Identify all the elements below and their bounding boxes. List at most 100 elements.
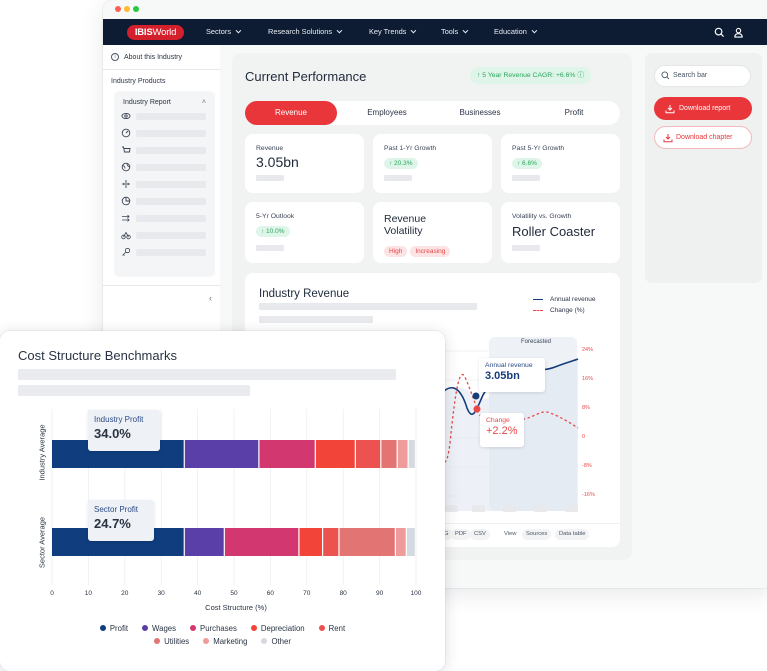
nav-label: Key Trends [369,27,407,36]
tab-revenue[interactable]: Revenue [245,101,337,125]
x-tick-placeholder [472,505,485,512]
x-tick-label: 0 [50,590,54,597]
minimize-window-dot[interactable] [124,6,130,12]
change-tooltip: Change +2.2% [480,413,524,447]
legend-item-purchases[interactable]: Purchases [190,624,237,633]
page-title: Current Performance [245,69,367,84]
bar-segment-depreciation [315,440,355,468]
right-axis-tick-label: 16% [582,376,594,382]
nav-tools[interactable]: Tools [441,19,469,45]
sidebar-report-item[interactable] [121,162,209,172]
legend-item-marketing[interactable]: Marketing [203,637,247,646]
sidebar-report-item[interactable] [121,128,209,138]
search-placeholder: Search bar [673,72,708,79]
maximize-window-dot[interactable] [133,6,139,12]
sidebar-report-item[interactable] [121,247,209,257]
x-tick-label: 100 [410,590,422,597]
bar-segment-purchases [259,440,315,468]
placeholder-bar [512,175,540,181]
y-category-label: Sector Average [37,516,47,569]
tooltip-value: 34.0% [94,426,131,441]
card-label: Revenue [256,145,284,152]
view-button[interactable]: View [500,529,520,540]
tooltip-value: 24.7% [94,516,131,531]
globe-icon [121,162,131,172]
sidebar-item-about[interactable]: i About this Industry [111,53,182,61]
placeholder-bar [136,130,206,137]
actions-panel: Search bar Download report Download chap… [645,53,762,283]
x-tick-placeholder [503,505,516,512]
legend-swatch [203,638,210,644]
legend-item-other[interactable]: Other [261,637,291,646]
cost-structure-card: Cost Structure Benchmarks Industry Avera… [0,331,445,671]
legend-swatch [250,625,257,631]
nav-label: Sectors [206,27,232,36]
nav-sectors[interactable]: Sectors [206,19,242,45]
ibisworld-logo[interactable]: IBISWorld [127,25,184,40]
nav-label: Education [494,27,527,36]
legend-item-utilities[interactable]: Utilities [154,637,189,646]
y-category-label: Industry Average [37,424,47,481]
export-pdf-button[interactable]: PDF [451,529,471,540]
sidebar-report-item[interactable] [121,213,209,223]
search-icon[interactable] [714,27,725,38]
export-csv-button[interactable]: CSV [470,529,490,540]
sidebar-report-item[interactable] [121,145,209,155]
annual-revenue-tooltip: Annual revenue 3.05bn [479,358,545,392]
card-title-line: Revenue [384,213,427,225]
legend-item-depreciation[interactable]: Depreciation [250,624,305,633]
placeholder-bar [136,181,206,188]
sidebar-report-item[interactable] [121,230,209,240]
tab-profit[interactable]: Profit [528,101,620,125]
legend-label: Rent [328,624,346,633]
bar-segment-wages [184,440,259,468]
close-window-dot[interactable] [115,6,121,12]
tooltip-value: 3.05bn [485,370,520,382]
nav-key-trends[interactable]: Key Trends [369,19,417,45]
bar-segment-utilities [381,440,397,468]
legend-item-rent[interactable]: Rent [318,624,346,633]
tab-businesses[interactable]: Businesses [434,101,526,125]
right-axis-tick-label: 8% [582,405,590,411]
placeholder-bar [136,113,206,120]
download-report-button[interactable]: Download report [654,97,752,120]
legend-annual-revenue: Annual revenue [533,296,596,303]
industry-profit-tooltip: Industry Profit 34.0% [88,410,160,451]
nav-research-solutions[interactable]: Research Solutions [268,19,343,45]
x-tick-placeholder [445,505,458,512]
industry-report-toggle[interactable]: Industry Report [123,99,171,106]
sidebar-report-item[interactable] [121,179,209,189]
placeholder-bar [384,175,412,181]
collapse-sidebar-icon[interactable]: ‹ [209,293,212,303]
growth-badge: ↑ 20.3% [384,158,418,169]
solid-line-swatch [533,299,543,300]
chart-title: Cost Structure Benchmarks [18,348,177,363]
nav-education[interactable]: Education [494,19,538,45]
data-table-button[interactable]: Data table [555,529,590,540]
legend-item-profit[interactable]: Profit [99,624,128,633]
legend-label: Utilities [164,637,190,646]
chevron-down-icon [531,27,538,34]
bar-segment-wages [184,528,224,556]
tooltip-label: Annual revenue [485,362,533,369]
bar-segment-marketing [397,440,408,468]
placeholder-bar [136,147,206,154]
download-chapter-button[interactable]: Download chapter [654,126,752,149]
scale-icon [121,231,131,240]
tooltip-label: Sector Profit [94,505,139,514]
search-input[interactable]: Search bar [654,65,751,87]
tab-employees[interactable]: Employees [341,101,433,125]
sources-button[interactable]: Sources [522,529,552,540]
sidebar-report-item[interactable] [121,196,209,206]
x-tick-label: 70 [303,590,311,597]
legend-label: Purchases [200,624,237,633]
sidebar-report-item[interactable] [121,111,209,121]
chevron-up-icon[interactable]: ˄ [202,99,206,106]
nav-label: Research Solutions [268,27,333,36]
growth-badge: ↑ 10.0% [256,226,290,237]
x-axis-title: Cost Structure (%) [205,603,267,612]
user-icon[interactable] [733,27,744,38]
button-label: Download chapter [676,134,733,141]
card-label: Past 5-Yr Growth [512,145,565,152]
legend-item-wages[interactable]: Wages [142,624,176,633]
